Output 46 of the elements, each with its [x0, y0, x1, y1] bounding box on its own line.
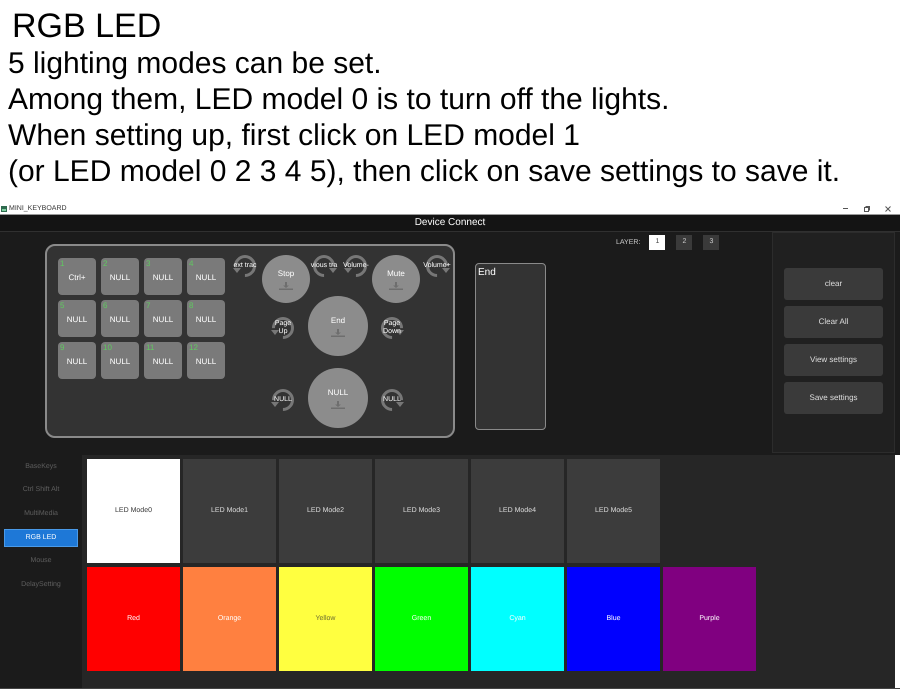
key-button[interactable]: NULL 10 [101, 342, 139, 379]
key-number: 5 [60, 301, 64, 310]
press-knob-button[interactable]: Mute [372, 255, 420, 303]
press-down-icon [331, 400, 345, 408]
key-button[interactable]: NULL 11 [144, 342, 182, 379]
close-button[interactable] [882, 204, 894, 214]
key-number: 8 [189, 301, 194, 310]
restore-button[interactable] [861, 204, 873, 214]
key-button[interactable]: NULL 4 [187, 258, 225, 295]
key-number: 9 [60, 343, 64, 352]
key-button[interactable]: NULL 8 [187, 300, 225, 337]
page-title: RGB LED [12, 6, 162, 46]
key-number: 3 [146, 259, 150, 268]
header-title: Device Connect [414, 217, 486, 229]
press-down-icon [389, 282, 403, 290]
action-button[interactable]: Save settings [784, 382, 883, 414]
key-button[interactable]: NULL 3 [144, 258, 182, 295]
key-button[interactable]: NULL 9 [58, 342, 96, 379]
key-button[interactable]: Ctrl+ 1 [58, 258, 96, 295]
press-down-icon [331, 328, 345, 336]
key-number: 6 [103, 301, 108, 310]
restore-icon [864, 206, 870, 212]
action-button[interactable]: clear [784, 268, 883, 300]
key-number: 11 [146, 343, 154, 352]
key-button[interactable]: NULL 6 [101, 300, 139, 337]
key-number: 10 [103, 343, 112, 352]
key-button[interactable]: NULL 5 [58, 300, 96, 337]
press-knob-button[interactable]: Stop [262, 255, 310, 303]
key-number: 2 [103, 259, 108, 268]
key-number: 4 [189, 259, 194, 268]
key-number: 7 [146, 301, 150, 310]
press-down-icon [279, 282, 293, 290]
app-icon [1, 206, 7, 212]
key-value-field[interactable]: End [475, 263, 546, 430]
key-button[interactable]: NULL 7 [144, 300, 182, 337]
press-knob-button[interactable]: End [308, 296, 368, 356]
action-button[interactable]: Clear All [784, 306, 883, 338]
press-knob-button[interactable]: NULL [308, 368, 368, 428]
description-text: 5 lighting modes can be set. Among them, LED model 0 is to turn off the lights. When setting up, first click on LED model 1 (or LED model 0 2 3 4 5), then click on save settings to save it. [8, 46, 840, 190]
key-button[interactable]: NULL 2 [101, 258, 139, 295]
key-number: 12 [189, 343, 198, 352]
key-button[interactable]: NULL 12 [187, 342, 225, 379]
key-number: 1 [60, 259, 64, 268]
close-icon [885, 206, 891, 212]
action-button[interactable]: View settings [784, 344, 883, 376]
minimize-icon [842, 208, 848, 209]
